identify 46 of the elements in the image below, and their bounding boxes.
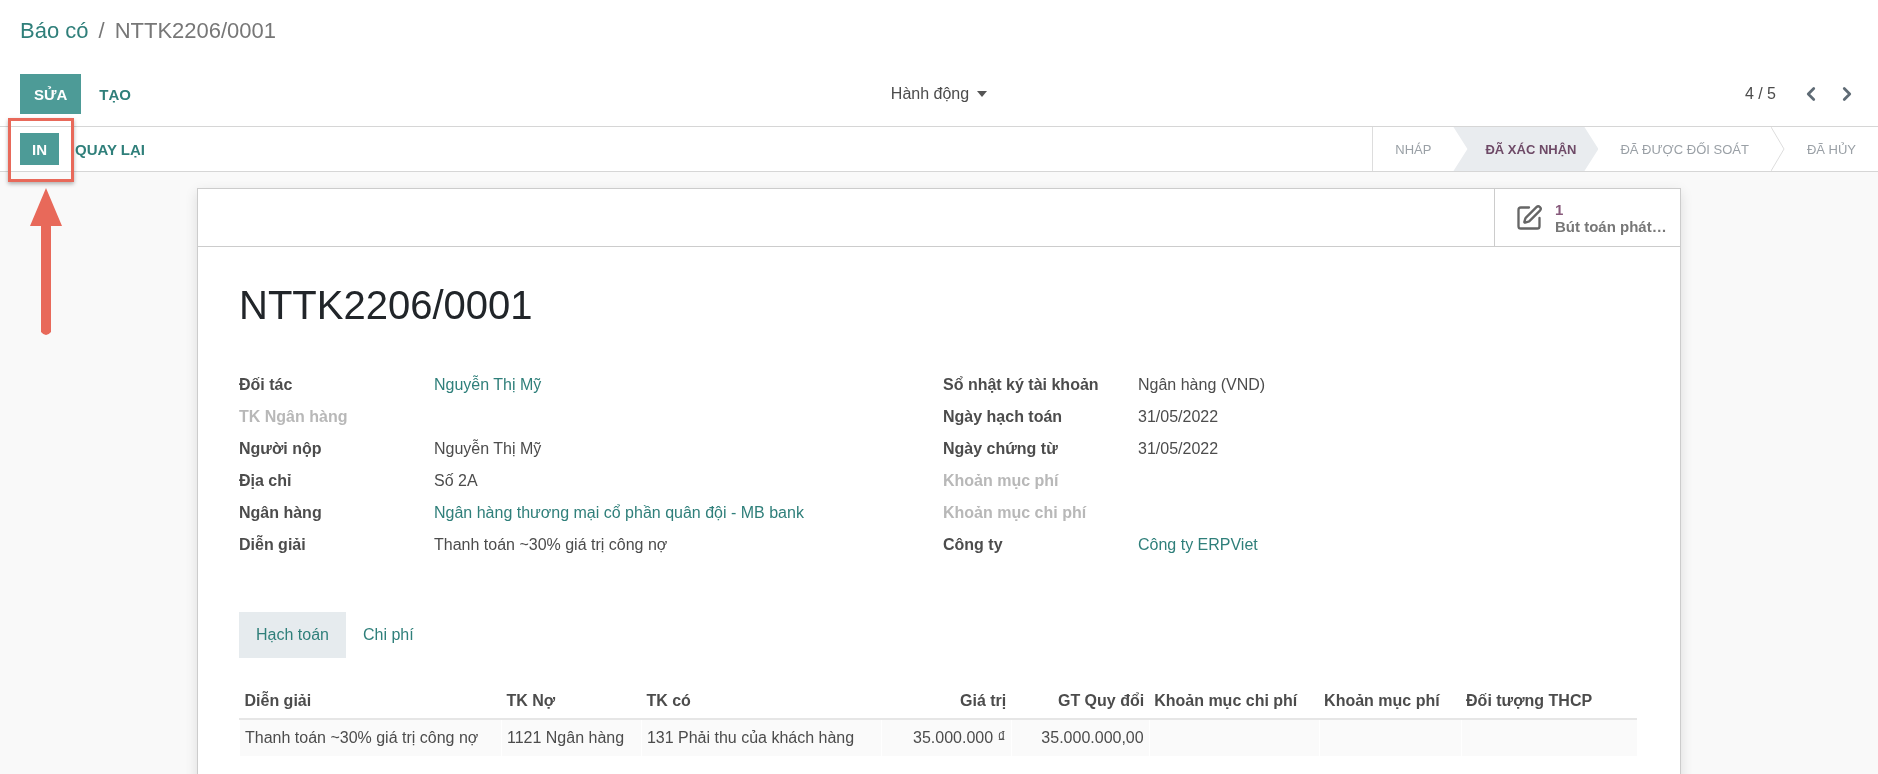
table-cell: 1121 Ngân hàng bbox=[501, 719, 642, 756]
record-title: NTTK2206/0001 bbox=[239, 283, 534, 328]
journal-entries-button[interactable]: 1 Bút toán phát… bbox=[1494, 189, 1680, 246]
field-link[interactable]: Ngân hàng thương mại cổ phần quân đội - MB bank bbox=[434, 502, 943, 524]
back-button[interactable]: QUAY LẠI bbox=[63, 133, 158, 165]
table-cell: 35.000.000 ₫ bbox=[881, 719, 1012, 756]
table-cell: Thanh toán ~30% giá trị công nợ bbox=[239, 719, 502, 756]
field-label: Khoản mục chi phí bbox=[943, 503, 1088, 523]
caret-icon bbox=[977, 91, 988, 97]
field-label: Khoản mục phí bbox=[943, 471, 1060, 491]
highlight-frame bbox=[8, 118, 74, 182]
status-stage[interactable]: NHÁP bbox=[1373, 127, 1454, 171]
status-stage[interactable]: ĐÃ ĐƯỢC ĐỐI SOÁT bbox=[1598, 127, 1771, 171]
create-button[interactable]: TẠO bbox=[85, 74, 145, 114]
field-label: Diễn giải bbox=[239, 534, 307, 555]
breadcrumb-separator: / bbox=[98, 18, 105, 44]
field-label: Công ty bbox=[943, 535, 1004, 555]
field-value: Ngân hàng (VND) bbox=[1138, 375, 1267, 395]
breadcrumb-current: NTTK2206/0001 bbox=[114, 18, 277, 44]
breadcrumb-link[interactable]: Báo có bbox=[20, 18, 89, 44]
field-label: Địa chỉ bbox=[239, 471, 293, 491]
field-link[interactable]: Công ty ERPViet bbox=[1138, 534, 1639, 556]
field-value: 31/05/2022 bbox=[1138, 407, 1220, 427]
field-label: TK Ngân hàng bbox=[239, 407, 349, 427]
field-value: Thanh toán ~30% giá trị công nợ bbox=[434, 535, 669, 555]
table-cell: 35.000.000,00 bbox=[1011, 719, 1150, 756]
notebook-tab[interactable]: Chi phí bbox=[345, 612, 431, 658]
notebook-tab[interactable]: Hạch toán bbox=[239, 612, 346, 658]
field-value: 31/05/2022 bbox=[1138, 439, 1220, 459]
edit-button[interactable]: SỬA bbox=[20, 74, 82, 114]
field-value: Nguyễn Thị Mỹ bbox=[434, 438, 543, 459]
status-stage[interactable]: ĐÃ XÁC NHẬN bbox=[1453, 127, 1599, 171]
field-label: Ngày hạch toán bbox=[943, 407, 1064, 427]
field-value: Số 2A bbox=[434, 471, 479, 491]
field-label: Ngân hàng bbox=[239, 503, 323, 523]
table-cell: 131 Phải thu của khách hàng bbox=[641, 719, 882, 756]
field-link[interactable]: Nguyễn Thị Mỹ bbox=[434, 374, 943, 396]
edit-icon bbox=[1515, 203, 1543, 232]
action-dropdown[interactable]: Hành động bbox=[884, 84, 994, 104]
status-stage[interactable]: ĐÃ HỦY bbox=[1784, 127, 1878, 171]
field-label: Đối tác bbox=[239, 375, 294, 395]
field-label: Sổ nhật ký tài khoản bbox=[943, 375, 1100, 395]
field-label: Ngày chứng từ bbox=[943, 439, 1059, 459]
print-button[interactable]: IN bbox=[20, 133, 59, 165]
pager-value: 4 / 5 bbox=[1744, 85, 1776, 103]
field-label: Người nộp bbox=[239, 439, 323, 459]
